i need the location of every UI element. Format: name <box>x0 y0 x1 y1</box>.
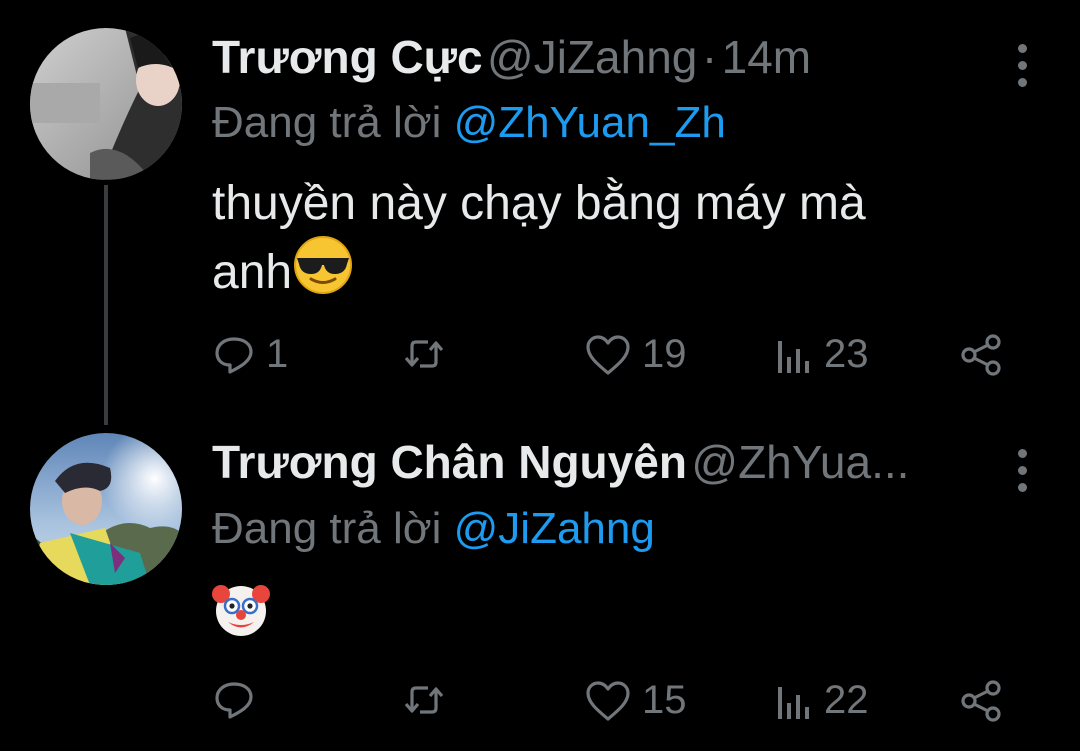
clown-emoji-icon <box>212 580 270 653</box>
retweet-icon <box>404 340 444 368</box>
views-button[interactable]: 23 <box>774 332 869 377</box>
replying-to: Đang trả lời @ZhYuan_Zh <box>212 98 726 148</box>
separator: · <box>701 31 718 83</box>
sunglasses-emoji-icon <box>292 234 354 311</box>
heart-icon <box>586 680 630 721</box>
action-bar: 15 22 <box>212 678 1012 728</box>
action-bar: 1 19 23 <box>212 332 1012 382</box>
replying-to: Đang trả lời @JiZahng <box>212 504 655 554</box>
analytics-icon <box>778 686 809 719</box>
like-button[interactable]: 15 <box>584 678 687 723</box>
display-name[interactable]: Trương Cực <box>212 31 483 83</box>
user-handle[interactable]: @ZhYua... <box>691 436 909 488</box>
display-name[interactable]: Trương Chân Nguyên <box>212 436 687 488</box>
like-button[interactable]: 19 <box>584 332 687 377</box>
reply-icon <box>215 682 253 719</box>
like-count: 15 <box>642 678 687 722</box>
tweet[interactable]: Trương Cực @JiZahng · 14m Đang trả lời @… <box>0 0 1080 420</box>
user-handle[interactable]: @JiZahng <box>487 31 697 83</box>
analytics-icon <box>778 340 809 373</box>
more-options-icon[interactable] <box>1018 449 1032 492</box>
share-button[interactable] <box>958 332 1004 378</box>
reply-count: 1 <box>266 332 289 376</box>
share-icon <box>961 680 1001 722</box>
replying-mention-link[interactable]: @ZhYuan_Zh <box>454 98 726 147</box>
tweet-text: thuyền này chạy bằng máy mà anh <box>212 174 1012 311</box>
retweet-icon <box>404 686 444 714</box>
retweet-button[interactable] <box>402 678 456 722</box>
tweet[interactable]: Trương Chân Nguyên @ZhYua... Đang trả lờ… <box>0 420 1080 751</box>
timestamp[interactable]: 14m <box>722 31 811 83</box>
tweet-header: Trương Chân Nguyên @ZhYua... <box>212 435 1020 495</box>
view-count: 22 <box>824 678 869 722</box>
share-button[interactable] <box>958 678 1004 724</box>
avatar[interactable] <box>30 433 182 585</box>
tweet-text <box>212 580 1012 653</box>
more-options-icon[interactable] <box>1018 44 1032 87</box>
avatar[interactable] <box>30 28 182 180</box>
replying-label: Đang trả lời <box>212 504 442 553</box>
replying-mention-link[interactable]: @JiZahng <box>454 504 655 553</box>
view-count: 23 <box>824 332 869 376</box>
avatar-image <box>30 28 182 180</box>
share-icon <box>961 334 1001 376</box>
reply-icon <box>215 336 253 374</box>
like-count: 19 <box>642 332 687 376</box>
retweet-button[interactable] <box>402 332 456 376</box>
tweet-text-line: thuyền này chạy bằng máy mà <box>212 177 866 230</box>
heart-icon <box>586 334 630 375</box>
reply-button[interactable]: 1 <box>212 332 288 377</box>
reply-button[interactable] <box>212 678 266 722</box>
replying-label: Đang trả lời <box>212 98 442 147</box>
tweet-text-line: anh <box>212 246 293 299</box>
avatar-image <box>30 433 182 585</box>
views-button[interactable]: 22 <box>774 678 869 723</box>
tweet-header: Trương Cực @JiZahng · 14m <box>212 30 1020 90</box>
